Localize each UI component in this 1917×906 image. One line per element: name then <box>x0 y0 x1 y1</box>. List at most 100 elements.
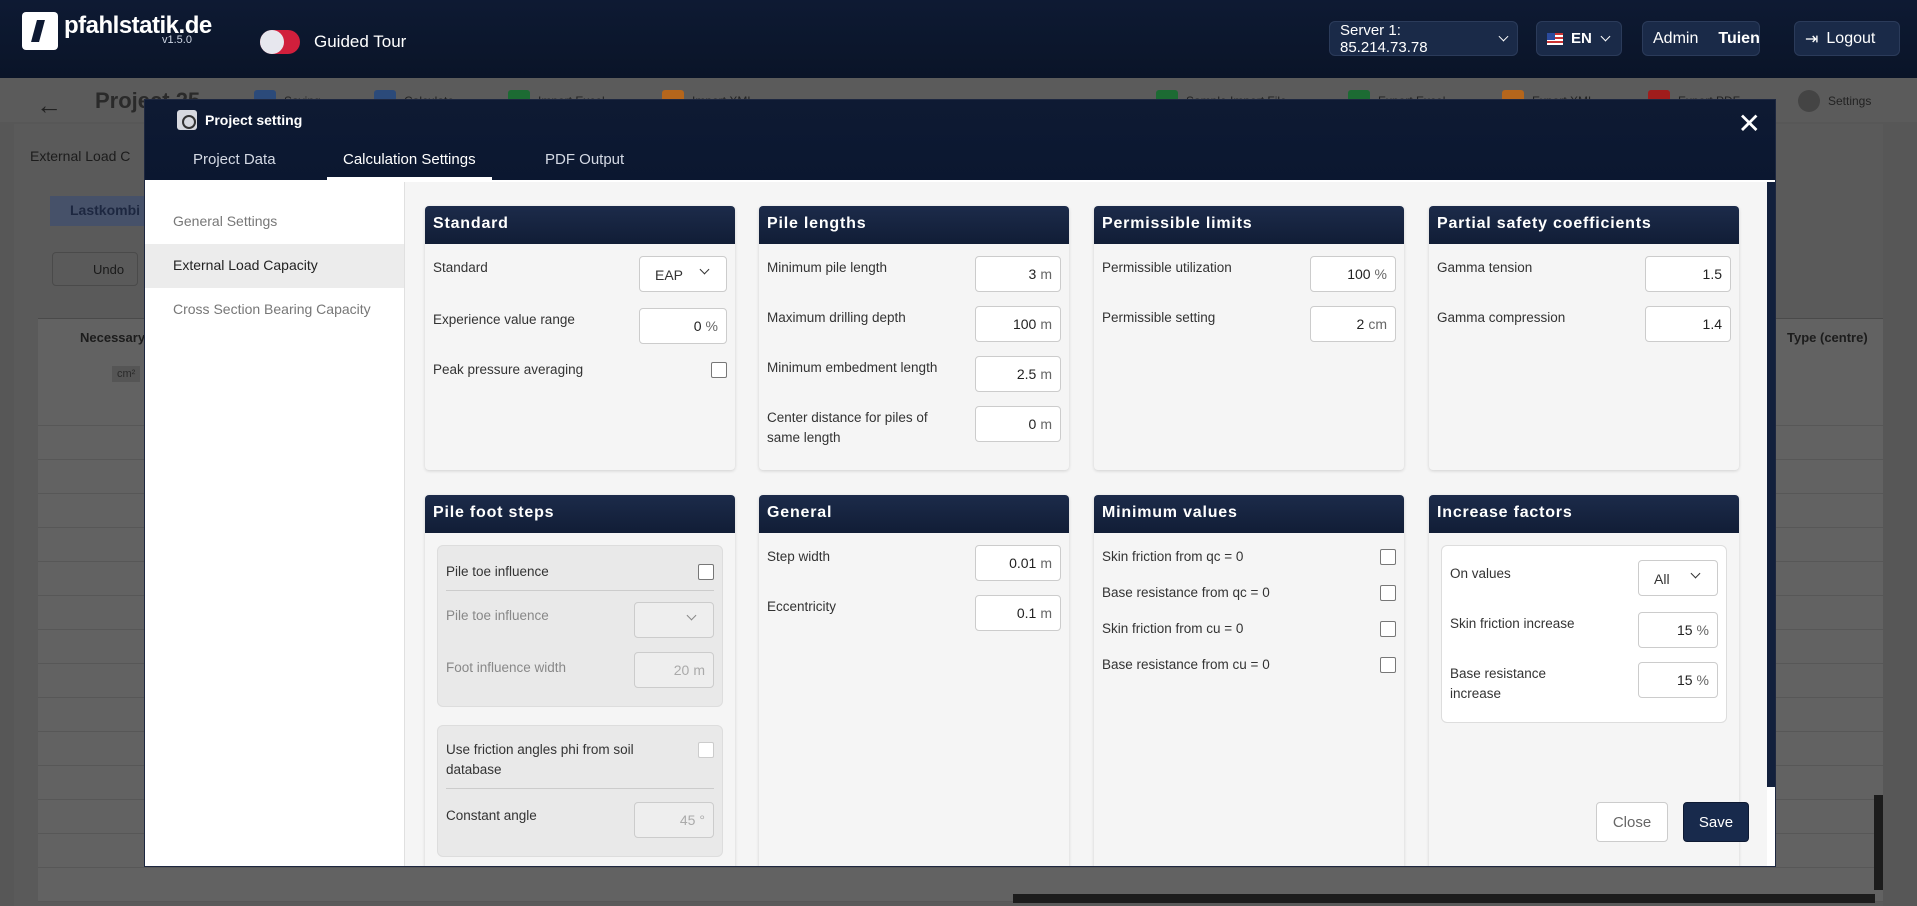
toggle-switch-icon[interactable] <box>260 30 300 54</box>
language-select[interactable]: EN <box>1536 21 1622 56</box>
field-label: Base resistance from cu = 0 <box>1102 657 1270 672</box>
setting-input[interactable]: 2 cm <box>1310 306 1396 342</box>
constant-angle-input[interactable]: 45 ° <box>634 802 714 838</box>
logout-label: Logout <box>1826 29 1876 47</box>
gamma-compression-input[interactable]: 1.4 <box>1645 306 1731 342</box>
standard-row: Standard EAP <box>433 256 727 294</box>
field-label: Eccentricity <box>767 599 837 614</box>
chevron-down-icon <box>699 264 710 275</box>
foot-width-input[interactable]: 20 m <box>634 652 714 688</box>
logout-icon: ⇥ <box>1805 30 1819 48</box>
field-label: Skin friction from cu = 0 <box>1102 621 1244 636</box>
pile-toe-group: Pile toe influence Pile toe influence Fo… <box>437 545 723 707</box>
us-flag-icon <box>1547 32 1563 45</box>
settings-tool[interactable]: Settings <box>1798 90 1871 112</box>
permissible-limits-card: Permissible limits Permissible utilizati… <box>1094 206 1404 470</box>
utilization-input[interactable]: 100% <box>1310 256 1396 292</box>
base-resistance-input[interactable]: 15% <box>1638 662 1718 698</box>
skin-friction-input[interactable]: 15% <box>1638 612 1718 648</box>
min-length-input[interactable]: 3m <box>975 256 1061 292</box>
gamma-tension-input[interactable]: 1.5 <box>1645 256 1731 292</box>
field-label: Base resistance from qc = 0 <box>1102 585 1270 600</box>
logout-button[interactable]: ⇥ Logout <box>1794 21 1900 56</box>
field-label: Minimum pile length <box>767 260 888 275</box>
divider <box>446 788 714 789</box>
min-value-checkbox[interactable] <box>1380 549 1396 565</box>
background-tab[interactable]: External Load C <box>30 148 130 164</box>
input-value: 15 <box>1676 672 1693 688</box>
pile-toe-select[interactable] <box>634 602 714 638</box>
input-value: 15 <box>1676 622 1693 638</box>
column-header: Type (centre) <box>1787 330 1868 345</box>
min-value-checkbox[interactable] <box>1380 585 1396 601</box>
standard-card: Standard Standard EAP Experience value r… <box>425 206 735 470</box>
field-label: Gamma compression <box>1437 310 1566 325</box>
field-label: Use friction angles phi from soil databa… <box>446 742 634 777</box>
pile-lengths-card: Pile lengths Minimum pile length 3m Maxi… <box>759 206 1069 470</box>
field-label: Step width <box>767 549 831 564</box>
input-unit: m <box>1040 555 1052 571</box>
card-title: Minimum values <box>1094 495 1404 533</box>
server-select[interactable]: Server 1: 85.214.73.78 <box>1329 21 1518 56</box>
input-unit: m <box>1040 266 1052 282</box>
back-arrow-icon[interactable]: ← <box>36 90 62 121</box>
tab-pdf-output[interactable]: PDF Output <box>529 142 640 180</box>
eccentricity-input[interactable]: 0.1 m <box>975 595 1061 631</box>
modal-title: Project setting <box>177 110 302 130</box>
nav-cross-section-bearing-capacity[interactable]: Cross Section Bearing Capacity <box>145 288 404 332</box>
save-button[interactable]: Save <box>1683 802 1749 842</box>
minimum-row: Skin friction from qc = 0 <box>1102 547 1396 567</box>
field-label: Permissible utilization <box>1102 260 1232 275</box>
chevron-down-icon <box>1690 568 1701 579</box>
experience-input[interactable]: 0% <box>639 308 727 344</box>
column-header: Necessary <box>80 330 146 345</box>
tab-calculation-settings[interactable]: Calculation Settings <box>327 142 492 180</box>
peak-pressure-checkbox[interactable] <box>711 362 727 378</box>
user-menu[interactable]: Admin Tuien <box>1642 21 1760 56</box>
card-title: Standard <box>425 206 735 244</box>
field-label: Experience value range <box>433 312 575 327</box>
input-value: 0 <box>693 318 702 334</box>
background-scrollbar[interactable] <box>1874 795 1883 890</box>
card-title: Permissible limits <box>1094 206 1404 244</box>
guided-tour-label: Guided Tour <box>314 32 407 51</box>
close-icon[interactable]: ✕ <box>1738 110 1761 138</box>
min-value-checkbox[interactable] <box>1380 657 1396 673</box>
input-value: 0.01 <box>1009 555 1037 571</box>
gear-icon <box>1798 90 1820 112</box>
partial-safety-card: Partial safety coefficients Gamma tensio… <box>1429 206 1739 470</box>
friction-angle-group: Use friction angles phi from soil databa… <box>437 725 723 857</box>
field-label: Foot influence width <box>446 660 567 675</box>
on-values-select[interactable]: All <box>1638 560 1718 596</box>
settings-tool-label: Settings <box>1828 94 1872 108</box>
input-value: 2.5 <box>1016 366 1037 382</box>
undo-button[interactable]: Undo <box>52 252 138 286</box>
step-width-input[interactable]: 0.01 m <box>975 545 1061 581</box>
drilling-depth-input[interactable]: 100 m <box>975 306 1061 342</box>
input-value: 0.1 <box>1016 605 1037 621</box>
field-label: Peak pressure averaging <box>433 362 584 377</box>
input-value: 1.4 <box>1702 316 1722 332</box>
friction-angle-checkbox[interactable] <box>698 742 714 758</box>
field-label: Pile toe influence <box>446 608 549 623</box>
nav-general-settings[interactable]: General Settings <box>145 200 404 244</box>
background-hscrollbar[interactable] <box>1013 894 1875 903</box>
close-button[interactable]: Close <box>1596 802 1668 842</box>
input-unit: m <box>1040 416 1052 432</box>
peak-row: Peak pressure averaging <box>433 360 727 380</box>
field-label: Pile toe influence <box>446 564 549 579</box>
pile-toe-checkbox[interactable] <box>698 564 714 580</box>
chevron-down-icon <box>1600 31 1611 42</box>
nav-external-load-capacity[interactable]: External Load Capacity <box>145 244 404 288</box>
field-label: Minimum embedment length <box>767 360 938 375</box>
center-distance-input[interactable]: 0m <box>975 406 1061 442</box>
embedment-input[interactable]: 2.5 m <box>975 356 1061 392</box>
guided-tour-toggle[interactable]: Guided Tour <box>260 30 406 54</box>
input-unit: m <box>1040 366 1052 382</box>
tab-project-data[interactable]: Project Data <box>177 142 292 180</box>
field-label: Constant angle <box>446 808 537 823</box>
user-role: Admin <box>1653 29 1699 47</box>
standard-select[interactable]: EAP <box>639 256 727 292</box>
modal-scrollbar[interactable] <box>1767 182 1775 787</box>
min-value-checkbox[interactable] <box>1380 621 1396 637</box>
